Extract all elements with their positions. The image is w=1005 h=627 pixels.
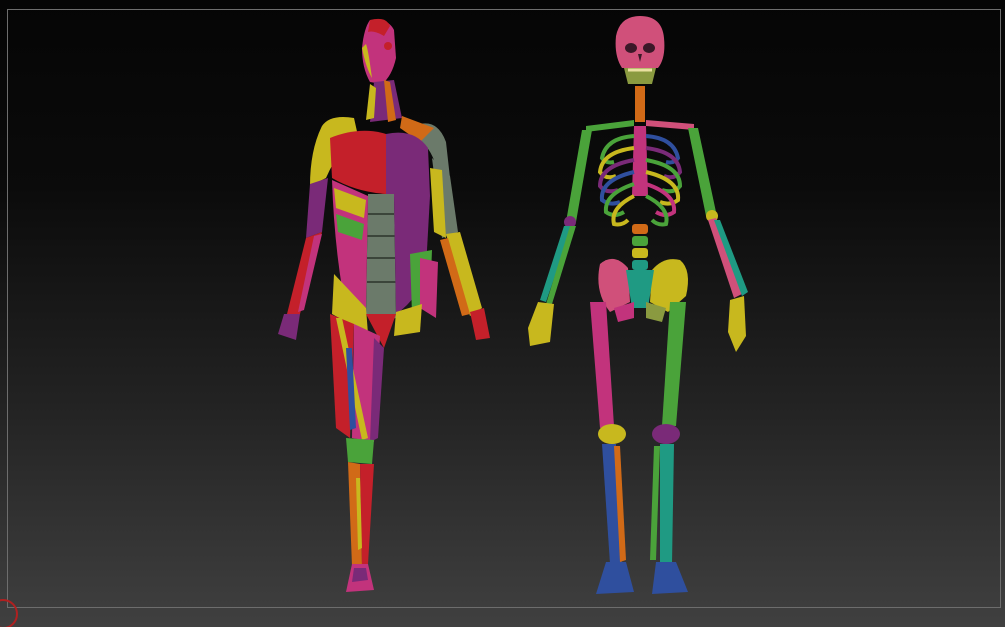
skeleton-tibia-right (660, 444, 674, 564)
skeleton-fibula-right (650, 446, 660, 560)
muscle-hand-right (470, 308, 490, 340)
3d-viewport[interactable] (0, 0, 1005, 627)
skeleton-lumbar-4 (632, 260, 648, 270)
skeleton-clavicle-left (586, 120, 634, 132)
muscle-eye (384, 42, 392, 50)
skeleton-figure[interactable] (522, 12, 748, 597)
skeleton-sacrum (626, 270, 654, 308)
skeleton-foot-left (596, 562, 634, 594)
skeleton-femur-left (590, 302, 614, 428)
muscle-knee (346, 438, 374, 464)
skeleton-femur-right (662, 302, 686, 426)
axis-gizmo-icon[interactable] (0, 597, 20, 627)
muscle-bicep-left (306, 178, 328, 238)
skeleton-lumbar-2 (632, 236, 648, 246)
skeleton-radius-right (708, 218, 742, 298)
skeleton-humerus-left (566, 130, 592, 222)
skeleton-foot-right (652, 562, 688, 594)
skeleton-humerus-right (688, 128, 716, 216)
skeleton-eye-left (625, 43, 637, 53)
skeleton-hand-left (528, 302, 554, 346)
muscle-calf (360, 464, 374, 566)
muscle-pec-right (386, 132, 430, 200)
skeleton-clavicle-right (646, 120, 694, 130)
muscle-foot-top (352, 568, 368, 582)
skeleton-hand-right (728, 296, 746, 352)
muscle-hand-left (278, 314, 300, 340)
muscle-figure[interactable] (270, 18, 495, 596)
document-frame (7, 9, 1001, 608)
skeleton-cervical (635, 86, 645, 122)
skeleton-eye-right (643, 43, 655, 53)
skeleton-lumbar-3 (632, 248, 648, 258)
skeleton-knee-right (652, 424, 680, 444)
skeleton-lumbar-1 (632, 224, 648, 234)
skeleton-knee-left (598, 424, 626, 444)
muscle-hip-right (420, 258, 438, 318)
